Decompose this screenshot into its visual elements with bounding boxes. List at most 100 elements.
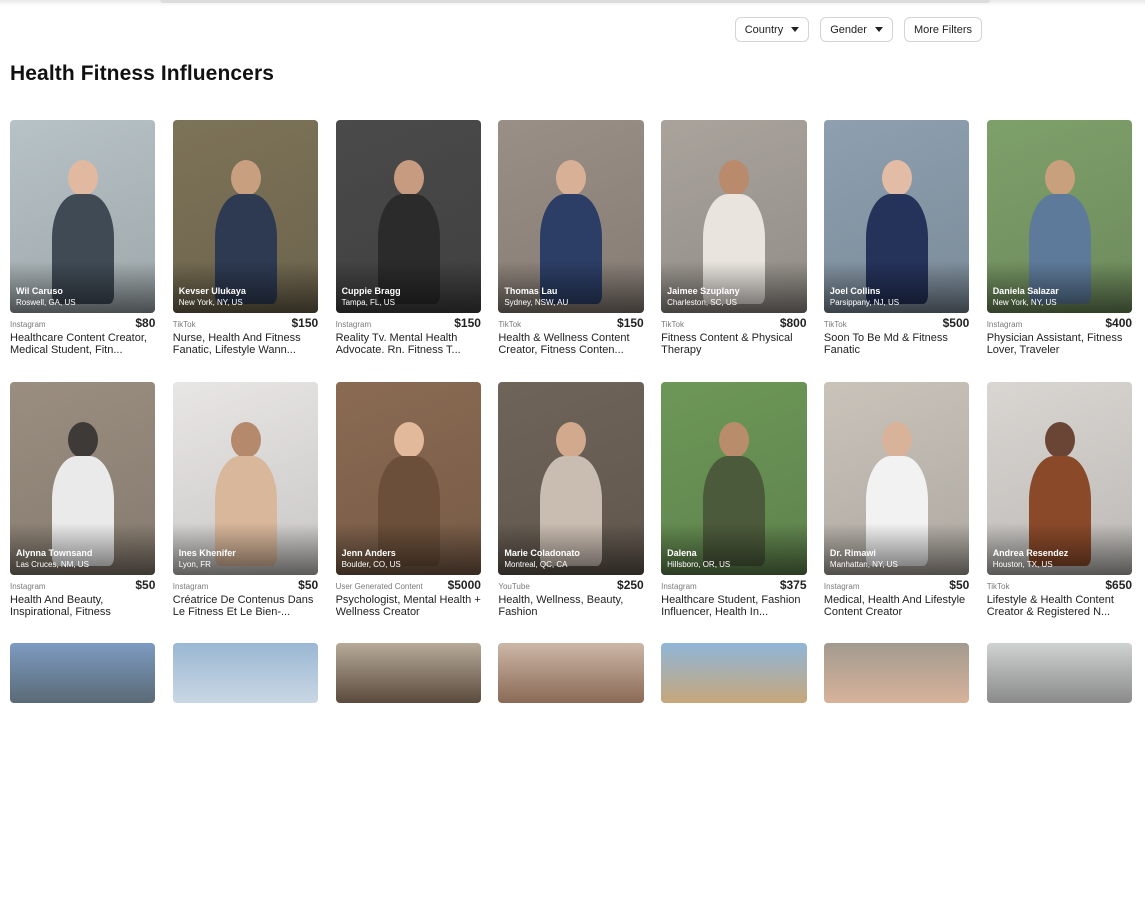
price-label: $150 xyxy=(617,316,644,330)
person-head xyxy=(393,421,424,458)
influencer-location: Houston, TX, US xyxy=(992,559,1053,569)
influencer-card[interactable] xyxy=(498,643,644,905)
card-meta: YouTube $250 xyxy=(498,578,643,592)
influencer-location: Manhattan, NY, US xyxy=(829,559,898,569)
influencer-description: Fitness Content & Physical Therapy xyxy=(661,332,793,356)
influencer-location: New York, NY, US xyxy=(992,298,1057,307)
person-head xyxy=(230,421,261,458)
influencer-location: Las Cruces, NM, US xyxy=(16,559,89,569)
influencer-name: Alynna Townsand xyxy=(16,547,93,558)
influencer-card[interactable]: Cuppie Bragg Tampa, FL, US Instagram $15… xyxy=(335,120,481,382)
influencer-description: Healthcare Content Creator, Medical Stud… xyxy=(10,332,147,356)
influencer-photo xyxy=(498,643,644,703)
platform-label: TikTok xyxy=(661,320,684,329)
top-nav-edge xyxy=(160,0,990,3)
platform-label: TikTok xyxy=(986,581,1010,591)
influencer-description: Health, Wellness, Beauty, Fashion xyxy=(498,593,624,618)
influencer-description: Medical, Health And Lifestyle Content Cr… xyxy=(823,593,966,618)
influencer-description: Health And Beauty, Inspirational, Fitnes… xyxy=(10,593,111,618)
price-label: $650 xyxy=(1105,577,1133,592)
influencer-card[interactable] xyxy=(172,643,319,905)
card-meta: TikTok $150 xyxy=(498,316,643,330)
influencer-card[interactable]: Dr. Rimawi Manhattan, NY, US Instagram $… xyxy=(823,381,970,644)
influencer-name: Jenn Anders xyxy=(341,547,396,558)
influencer-name: Daniela Salazar xyxy=(992,286,1059,296)
influencer-name: Dr. Rimawi xyxy=(829,547,876,558)
influencer-photo: Ines Khenifer Lyon, FR xyxy=(172,381,319,575)
platform-label: Instagram xyxy=(986,320,1023,329)
influencer-photo: Alynna Townsand Las Cruces, NM, US xyxy=(10,381,156,575)
platform-label: TikTok xyxy=(498,320,522,329)
influencer-photo xyxy=(661,643,807,703)
influencer-card[interactable] xyxy=(823,643,970,905)
influencer-location: Sydney, NSW, AU xyxy=(504,298,569,307)
influencer-description: Nurse, Health And Fitness Fanatic, Lifes… xyxy=(172,332,301,356)
influencer-description: Healthcare Student, Fashion Influencer, … xyxy=(661,593,801,618)
influencer-location: Lyon, FR xyxy=(178,559,211,569)
influencer-description: Soon To Be Md & Fitness Fanatic xyxy=(823,332,948,356)
price-label: $5000 xyxy=(447,577,481,592)
price-label: $150 xyxy=(291,316,319,330)
influencer-name: Thomas Lau xyxy=(504,286,558,296)
card-meta: Instagram $400 xyxy=(987,316,1132,330)
country-filter-button[interactable]: Country xyxy=(734,17,810,42)
influencer-name: Cuppie Bragg xyxy=(341,286,401,296)
influencer-description: Psychologist, Mental Health + Wellness C… xyxy=(335,593,481,618)
platform-label: TikTok xyxy=(172,320,196,329)
person-head xyxy=(881,421,912,458)
influencer-card[interactable]: Alynna Townsand Las Cruces, NM, US Insta… xyxy=(10,381,156,644)
influencer-photo xyxy=(335,643,481,703)
platform-label: Instagram xyxy=(10,320,46,329)
card-meta: Instagram $375 xyxy=(661,578,806,592)
influencer-photo: Dr. Rimawi Manhattan, NY, US xyxy=(823,381,970,575)
influencer-card[interactable]: Wil Caruso Roswell, GA, US Instagram $80… xyxy=(10,120,156,382)
influencer-description: Physician Assistant, Fitness Lover, Trav… xyxy=(986,332,1123,356)
more-filters-button[interactable]: More Filters xyxy=(903,17,982,42)
price-label: $500 xyxy=(942,316,970,330)
influencer-photo: Kevser Ulukaya New York, NY, US xyxy=(172,120,319,313)
influencer-card[interactable]: Andrea Resendez Houston, TX, US TikTok $… xyxy=(986,381,1133,644)
influencer-name: Ines Khenifer xyxy=(178,547,236,558)
influencer-card[interactable]: Daniela Salazar New York, NY, US Instagr… xyxy=(986,120,1133,382)
influencer-description: Lifestyle & Health Content Creator & Reg… xyxy=(986,593,1114,618)
price-label: $80 xyxy=(135,316,156,330)
influencer-location: Hillsboro, OR, US xyxy=(667,559,731,569)
person-head xyxy=(1044,160,1075,196)
platform-label: Instagram xyxy=(335,320,372,329)
influencer-description: Créatrice De Contenus Dans Le Fitness Et… xyxy=(172,593,314,618)
influencer-photo xyxy=(10,643,156,703)
influencer-photo: Thomas Lau Sydney, NSW, AU xyxy=(498,120,644,313)
influencer-location: Charleston, SC, US xyxy=(667,298,737,307)
person-head xyxy=(719,421,750,458)
influencer-name: Andrea Resendez xyxy=(992,547,1069,558)
gender-filter-button[interactable]: Gender xyxy=(820,17,893,42)
influencer-card[interactable] xyxy=(661,643,807,905)
influencer-card[interactable]: Marie Coladonato Montreal, QC, CA YouTub… xyxy=(498,381,644,644)
influencer-card[interactable]: Thomas Lau Sydney, NSW, AU TikTok $150 H… xyxy=(498,120,644,382)
influencer-card[interactable]: Jaimee Szuplany Charleston, SC, US TikTo… xyxy=(661,120,807,382)
price-label: $375 xyxy=(779,577,807,592)
chevron-down-icon xyxy=(874,27,883,32)
card-meta: Instagram $50 xyxy=(10,578,155,592)
influencer-photo xyxy=(986,643,1133,703)
influencer-card[interactable]: Dalena Hillsboro, OR, US Instagram $375 … xyxy=(661,381,807,644)
price-label: $50 xyxy=(135,577,156,592)
country-filter-label: Country xyxy=(744,23,784,36)
influencer-location: New York, NY, US xyxy=(178,298,243,307)
influencer-photo: Dalena Hillsboro, OR, US xyxy=(661,381,807,575)
top-nav-shadow xyxy=(0,0,1145,6)
influencer-name: Jaimee Szuplany xyxy=(667,286,740,296)
influencer-card[interactable] xyxy=(986,643,1133,905)
influencer-card[interactable] xyxy=(10,643,156,905)
influencer-photo xyxy=(823,643,970,703)
influencer-card[interactable] xyxy=(335,643,481,905)
chevron-down-icon xyxy=(791,27,800,32)
influencer-card[interactable]: Ines Khenifer Lyon, FR Instagram $50 Cré… xyxy=(172,381,319,644)
platform-label: User Generated Content xyxy=(335,581,423,591)
influencer-card[interactable]: Joel Collins Parsippany, NJ, US TikTok $… xyxy=(823,120,970,382)
influencer-photo xyxy=(172,643,319,703)
page-title: Health Fitness Influencers xyxy=(10,62,275,85)
influencer-card[interactable]: Kevser Ulukaya New York, NY, US TikTok $… xyxy=(172,120,319,382)
filter-bar: Country Gender More Filters xyxy=(734,17,982,42)
influencer-card[interactable]: Jenn Anders Boulder, CO, US User Generat… xyxy=(335,381,481,644)
